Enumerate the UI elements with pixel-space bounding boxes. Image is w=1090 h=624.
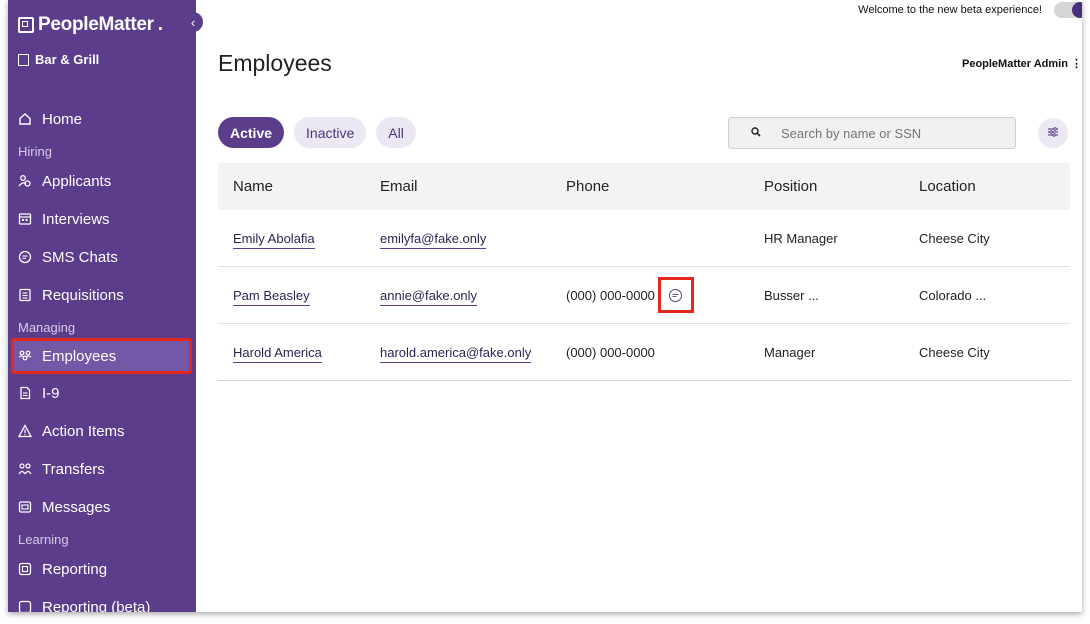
sidebar-item-employees[interactable]: Employees <box>11 338 192 374</box>
sidebar-item-label: Reporting (beta) <box>42 598 151 613</box>
messages-icon <box>18 500 32 514</box>
search-input[interactable] <box>781 125 1001 141</box>
sidebar-item-label: Transfers <box>42 460 105 478</box>
sidebar-item-i9[interactable]: I-9 <box>8 374 196 412</box>
sidebar-item-sms-chats[interactable]: SMS Chats <box>8 238 196 276</box>
sidebar-item-interviews[interactable]: Interviews <box>8 200 196 238</box>
applicants-icon <box>18 174 32 188</box>
employee-name-link[interactable]: Emily Abolafia <box>233 230 315 249</box>
sidebar-item-requisitions[interactable]: Requisitions <box>8 276 196 314</box>
brand-logo[interactable]: PeopleMatter. <box>18 14 163 36</box>
sidebar-item-transfers[interactable]: Transfers <box>8 450 196 488</box>
filter-settings-button[interactable] <box>1038 118 1068 148</box>
building-icon <box>18 53 29 66</box>
sidebar-item-label: Employees <box>42 347 117 365</box>
sidebar: PeopleMatter. Bar & Grill Home Hiring Ap… <box>8 0 196 612</box>
sidebar-nav: Home Hiring Applicants Interviews SMS Ch… <box>8 100 196 612</box>
sidebar-item-label: Interviews <box>42 210 110 228</box>
home-icon <box>18 112 32 126</box>
document-icon <box>18 288 32 302</box>
sidebar-section-learning: Learning <box>18 532 69 547</box>
sidebar-item-label: Reporting <box>42 560 108 578</box>
employee-email-link[interactable]: harold.america@fake.only <box>380 344 532 363</box>
user-menu[interactable]: PeopleMatter Admin ⋮ <box>962 57 1082 70</box>
sliders-icon <box>1046 125 1060 142</box>
beta-banner: Welcome to the new beta experience! <box>858 0 1082 20</box>
app-window: PeopleMatter. Bar & Grill Home Hiring Ap… <box>8 0 1082 612</box>
location-name: Bar & Grill <box>35 52 100 67</box>
chevron-left-icon: ‹ <box>190 14 196 30</box>
reporting-icon <box>18 562 32 576</box>
logo-mark-icon <box>18 17 34 33</box>
employee-position: HR Manager <box>764 230 838 246</box>
chat-icon <box>669 288 683 302</box>
column-header-phone[interactable]: Phone <box>552 178 750 195</box>
employee-location: Cheese City <box>919 230 990 246</box>
brand-name: PeopleMatter <box>38 14 154 35</box>
beta-toggle[interactable] <box>1054 2 1082 18</box>
status-filters: Active Inactive All <box>218 117 416 148</box>
employee-name-link[interactable]: Harold America <box>233 344 322 363</box>
filter-active-button[interactable]: Active <box>218 117 285 148</box>
sidebar-item-action-items[interactable]: Action Items <box>8 412 196 450</box>
column-header-location[interactable]: Location <box>905 178 1070 195</box>
location-selector[interactable]: Bar & Grill <box>18 52 99 67</box>
employee-location: Colorado ... <box>919 287 987 303</box>
warning-icon <box>18 424 32 438</box>
toggle-knob <box>1072 2 1082 18</box>
search-icon <box>751 126 761 140</box>
chat-icon <box>18 250 32 264</box>
employee-position: Busser ... <box>764 287 819 303</box>
sidebar-item-reporting-beta[interactable]: Reporting (beta) <box>8 588 196 612</box>
sidebar-item-reporting[interactable]: Reporting <box>8 550 196 588</box>
column-header-position[interactable]: Position <box>750 178 905 195</box>
sidebar-item-label: Home <box>42 110 83 128</box>
table-header: Name Email Phone Position Location <box>218 163 1070 210</box>
sidebar-item-label: I-9 <box>42 384 60 402</box>
employee-phone: (000) 000-0000 <box>566 344 655 360</box>
page-title: Employees <box>218 50 332 76</box>
sidebar-item-messages[interactable]: Messages <box>8 488 196 526</box>
employee-name-link[interactable]: Pam Beasley <box>233 287 310 306</box>
employee-location: Cheese City <box>919 344 990 360</box>
employees-table: Name Email Phone Position Location Emily… <box>218 163 1070 381</box>
sidebar-item-label: SMS Chats <box>42 248 118 266</box>
table-row: Harold America harold.america@fake.only … <box>218 324 1070 381</box>
employee-email-link[interactable]: emilyfa@fake.only <box>380 230 487 249</box>
column-header-name[interactable]: Name <box>218 178 366 195</box>
table-row: Emily Abolafia emilyfa@fake.only HR Mana… <box>218 210 1070 267</box>
search-box <box>728 117 1016 149</box>
reporting-icon <box>18 600 32 612</box>
column-header-email[interactable]: Email <box>366 178 552 195</box>
transfers-icon <box>18 462 32 476</box>
sidebar-item-label: Messages <box>42 498 111 516</box>
sidebar-section-hiring: Hiring <box>18 144 52 159</box>
sidebar-collapse-button[interactable]: ‹ <box>183 12 203 32</box>
filter-inactive-button[interactable]: Inactive <box>294 117 367 148</box>
table-row: Pam Beasley annie@fake.only (000) 000-00… <box>218 267 1070 324</box>
sidebar-section-managing: Managing <box>18 320 76 335</box>
beta-text: Welcome to the new beta experience! <box>858 4 1042 16</box>
sidebar-item-applicants[interactable]: Applicants <box>8 162 196 200</box>
more-vertical-icon: ⋮ <box>1071 58 1082 70</box>
calendar-icon <box>18 212 32 226</box>
main-content: Welcome to the new beta experience! Empl… <box>196 0 1082 612</box>
sidebar-item-label: Applicants <box>42 172 112 190</box>
sidebar-item-label: Action Items <box>42 422 125 440</box>
sidebar-item-label: Requisitions <box>42 286 124 304</box>
file-icon <box>18 386 32 400</box>
sidebar-item-home[interactable]: Home <box>8 100 196 138</box>
employee-position: Manager <box>764 344 816 360</box>
brand-dot: . <box>157 14 163 35</box>
send-sms-button[interactable] <box>657 277 694 313</box>
employees-icon <box>18 349 32 363</box>
employee-email-link[interactable]: annie@fake.only <box>380 287 478 306</box>
employee-phone: (000) 000-0000 <box>566 287 655 303</box>
user-name: PeopleMatter Admin <box>961 58 1068 70</box>
filter-all-button[interactable]: All <box>376 117 416 148</box>
